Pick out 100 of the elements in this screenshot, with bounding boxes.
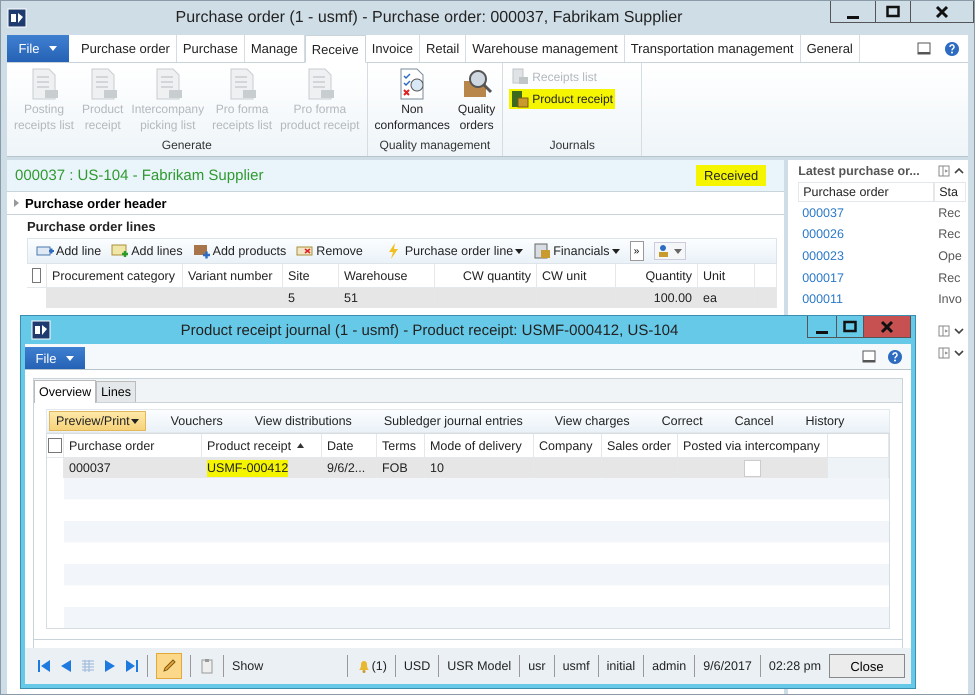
order-link[interactable]: 000037 <box>798 202 934 224</box>
last-record-button[interactable] <box>125 659 139 673</box>
table-cell-text: Rec <box>937 226 962 244</box>
journal-box-icon <box>511 90 530 108</box>
window-title: Purchase order (1 - usmf) - Purchase order: 000037, Fabrikam Supplier <box>174 9 684 27</box>
toolbar-button[interactable]: View distributions <box>248 411 359 431</box>
toolbar-button[interactable]: Add lines <box>111 243 183 259</box>
select-all-checkbox[interactable] <box>48 438 62 453</box>
column-header[interactable]: Purchase order <box>798 182 934 202</box>
section-title: Purchase order lines <box>26 218 157 236</box>
column-header[interactable]: Site <box>283 264 339 288</box>
edit-mode-button[interactable] <box>156 653 182 679</box>
table-cell-text: Ope <box>937 248 963 265</box>
table-cell-text: Invo <box>937 291 963 308</box>
next-icon <box>103 659 117 673</box>
notification-count[interactable]: (1) <box>372 659 387 673</box>
ribbon-group-title: Quality management <box>378 138 492 154</box>
panel-icon <box>938 165 950 177</box>
table-cell: 9/6/2... <box>322 458 377 478</box>
caret-icon <box>674 248 682 254</box>
record-title: 000037 : US-104 - Fabrikam Supplier <box>15 167 264 184</box>
order-link[interactable]: 000011 <box>798 288 934 310</box>
close-dialog-button[interactable]: Close <box>829 654 905 678</box>
column-header[interactable]: Sta <box>934 182 966 202</box>
minimize-button[interactable] <box>807 316 837 338</box>
toolbar-button[interactable]: Subledger journal entries <box>376 411 530 431</box>
toolbar-button[interactable]: Purchase order line <box>384 243 524 259</box>
column-header[interactable]: Product receipt <box>202 434 322 458</box>
more-button[interactable]: » <box>630 241 644 261</box>
column-header[interactable]: CW unit <box>537 264 616 288</box>
toolbar-button[interactable]: History <box>798 411 852 431</box>
table-cell <box>755 288 777 308</box>
column-header[interactable]: Date <box>322 434 377 458</box>
toolbar-button[interactable]: Financials <box>533 243 620 259</box>
first-icon <box>37 659 51 673</box>
column-header[interactable]: Purchase order <box>64 434 202 458</box>
column-header[interactable]: Warehouse <box>339 264 435 288</box>
panel-icon <box>938 324 950 337</box>
select-all-checkbox[interactable] <box>32 268 41 283</box>
toolbar-button[interactable]: Preview/Print <box>49 411 146 431</box>
status-field: USR Model <box>447 659 512 673</box>
tab[interactable]: Lines <box>96 381 136 402</box>
toolbar-button[interactable]: Cancel <box>728 411 781 431</box>
status-field: admin <box>652 659 686 673</box>
column-header[interactable]: Company <box>534 434 602 458</box>
table-cell: 000037 <box>64 458 202 478</box>
ribbon-tab[interactable]: Receive <box>304 35 366 63</box>
order-link[interactable]: 000017 <box>798 266 934 288</box>
status-field: 02:28 pm <box>768 659 821 673</box>
order-link[interactable]: 000023 <box>798 245 934 267</box>
clipboard-button[interactable] <box>199 658 215 674</box>
column-header[interactable]: CW quantity <box>435 264 537 288</box>
first-record-button[interactable] <box>37 659 51 673</box>
order-link[interactable]: 000026 <box>798 224 934 246</box>
column-header[interactable]: Mode of delivery <box>425 434 534 458</box>
toolbar-button[interactable]: Add line <box>36 243 102 259</box>
file-menu[interactable]: File <box>25 347 85 369</box>
ribbon-button[interactable]: Non conformances <box>372 65 453 138</box>
column-header[interactable]: Posted via intercompany <box>678 434 828 458</box>
table-cell: 100.00 <box>616 288 698 308</box>
caret-icon <box>515 248 524 254</box>
minimize-button[interactable] <box>830 1 876 23</box>
layout-icon <box>861 348 877 364</box>
ribbon-button[interactable]: Quality orders <box>454 65 498 138</box>
chevron-up-icon[interactable] <box>954 167 964 175</box>
show-button[interactable]: Show <box>232 659 264 673</box>
caret-icon <box>49 46 58 51</box>
toolbar-button[interactable]: Correct <box>654 411 710 431</box>
maximize-icon <box>843 320 857 334</box>
tab[interactable]: Overview <box>34 380 96 403</box>
column-header[interactable]: Quantity <box>616 264 698 288</box>
chevron-down-icon[interactable] <box>954 326 964 335</box>
column-header[interactable]: Terms <box>377 434 425 458</box>
document-list-icon <box>511 68 530 86</box>
toolbar-button[interactable]: Add products <box>192 243 286 259</box>
table-cell: FOB <box>377 458 425 478</box>
column-header[interactable]: Sales order <box>602 434 678 458</box>
toolbar-button[interactable]: View charges <box>548 411 637 431</box>
caret-icon <box>66 356 74 360</box>
table-cell: 10 <box>425 458 534 478</box>
clipboard-icon <box>199 658 215 674</box>
box-plus-icon <box>192 243 211 259</box>
chevron-down-icon[interactable] <box>954 348 964 357</box>
toolbar-button[interactable]: Vouchers <box>164 411 230 431</box>
file-menu[interactable]: File <box>7 35 69 62</box>
app-icon <box>7 8 27 28</box>
dialog-title: Product receipt journal (1 - usmf) - Product receipt: USMF-000412, US-104 <box>180 322 680 338</box>
order-status: Received <box>696 165 766 186</box>
table-cell: USMF-000412 <box>202 458 322 478</box>
toolbar-button[interactable]: Remove <box>296 243 363 259</box>
close-icon <box>935 4 949 18</box>
close-button[interactable] <box>910 1 974 23</box>
next-record-button[interactable] <box>103 659 117 673</box>
users-menu-button[interactable] <box>654 242 686 260</box>
posted-checkbox[interactable] <box>744 460 761 476</box>
ribbon-button[interactable]: Product receipt <box>509 89 615 109</box>
column-header[interactable]: Variant number <box>183 264 283 288</box>
previous-record-button[interactable] <box>59 659 73 673</box>
column-header[interactable]: Unit <box>698 264 755 288</box>
column-header[interactable]: Procurement category <box>47 264 183 288</box>
